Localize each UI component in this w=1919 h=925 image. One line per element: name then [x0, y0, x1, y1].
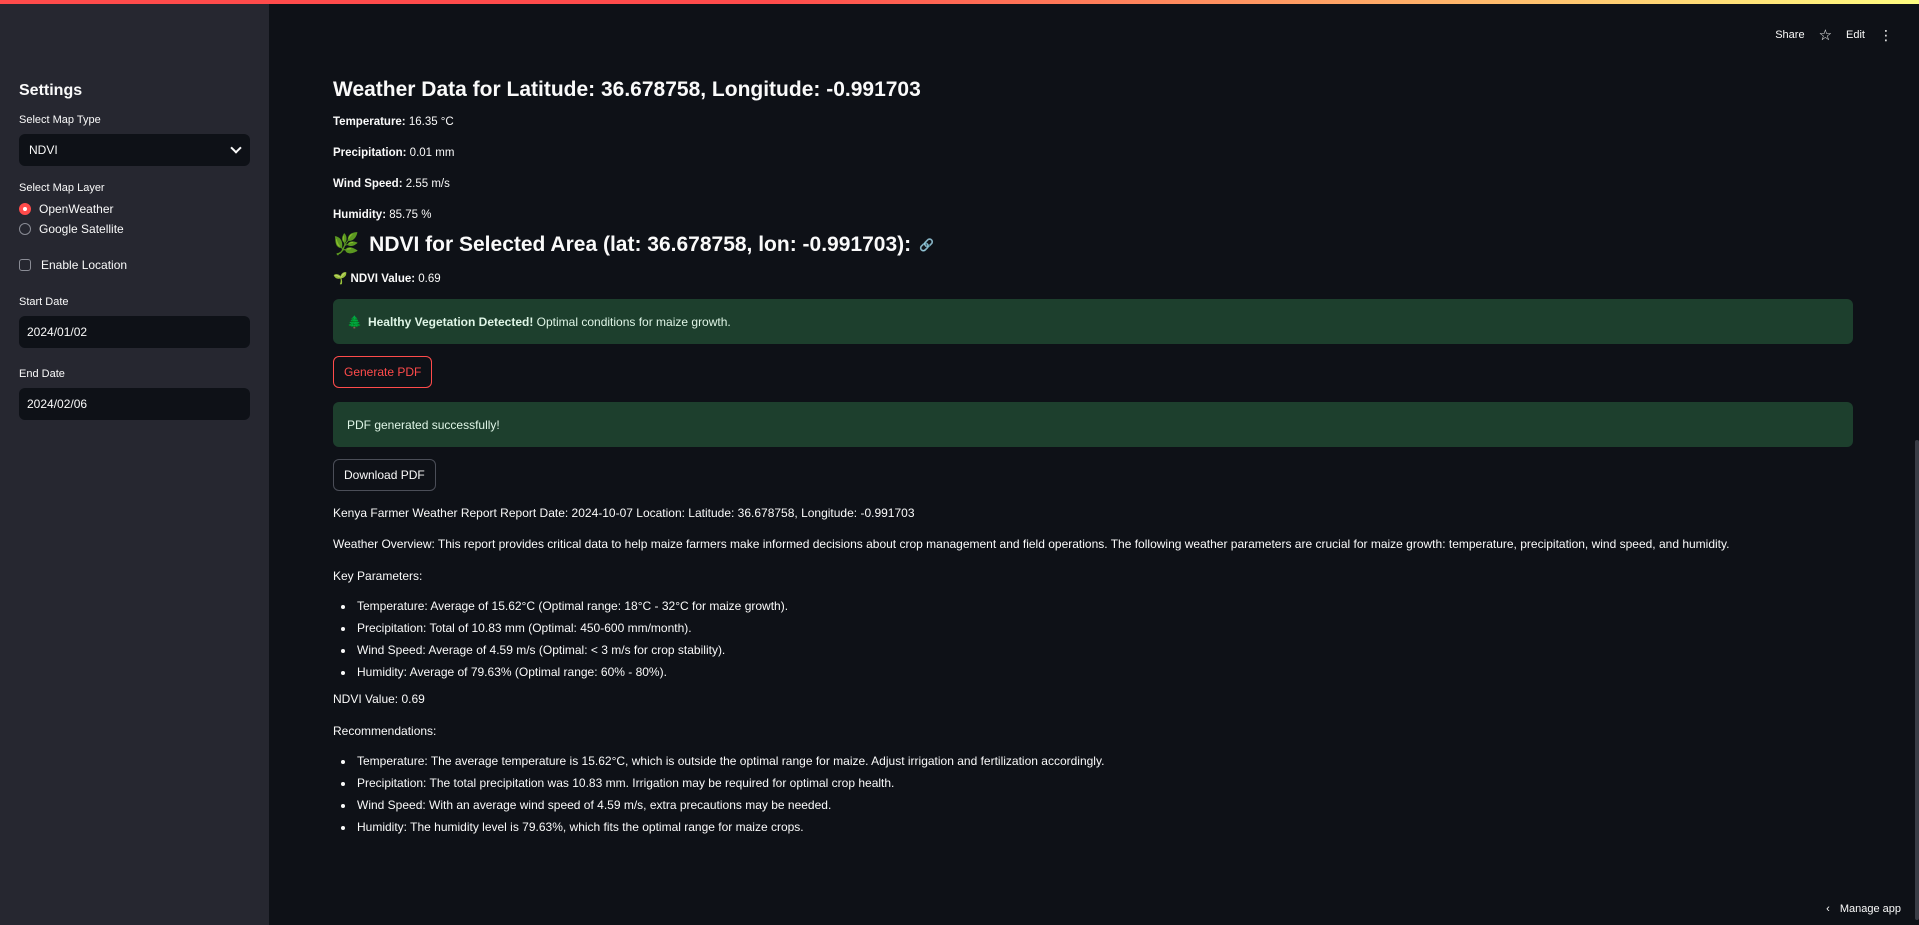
main-content: Weather Data for Latitude: 36.678758, Lo… [333, 78, 1853, 846]
ndvi-value-row: 🌱 NDVI Value: 0.69 [333, 271, 1853, 285]
radio-label: OpenWeather [39, 202, 114, 216]
precipitation-row: Precipitation: 0.01 mm [333, 147, 1853, 159]
precipitation-value: 0.01 mm [406, 147, 455, 159]
chevron-left-icon: ‹ [1826, 903, 1830, 915]
start-date-input[interactable]: 2024/01/02 [19, 316, 250, 348]
list-item: Temperature: The average temperature is … [355, 754, 1853, 768]
list-item: Humidity: Average of 79.63% (Optimal ran… [355, 665, 1853, 679]
header-actions: Share ☆ Edit ⋮ [1775, 26, 1893, 45]
enable-location-checkbox[interactable]: Enable Location [19, 258, 250, 272]
ndvi-heading: 🌿 NDVI for Selected Area (lat: 36.678758… [333, 233, 1853, 257]
weather-title: Weather Data for Latitude: 36.678758, Lo… [333, 78, 921, 101]
temperature-value: 16.35 °C [405, 116, 454, 128]
list-item: Precipitation: The total precipitation w… [355, 776, 1853, 790]
scrollbar[interactable] [1915, 440, 1919, 920]
ndvi-value-label: NDVI Value: [350, 273, 416, 285]
chevron-down-icon [230, 142, 242, 154]
list-item: Precipitation: Total of 10.83 mm (Optima… [355, 621, 1853, 635]
start-date-label: Start Date [19, 296, 69, 308]
radio-label: Google Satellite [39, 222, 124, 236]
start-date-value: 2024/01/02 [27, 325, 88, 339]
key-parameters-list: Temperature: Average of 15.62°C (Optimal… [355, 599, 1853, 679]
pdf-success-alert: PDF generated successfully! [333, 402, 1853, 447]
list-item: Wind Speed: With an average wind speed o… [355, 798, 1853, 812]
sidebar-title: Settings [19, 82, 83, 99]
radio-unselected-icon [19, 223, 31, 235]
generate-pdf-button[interactable]: Generate PDF [333, 356, 433, 388]
ndvi-value: 0.69 [415, 273, 441, 285]
manage-app-button[interactable]: ‹ Manage app [1826, 903, 1901, 915]
herb-icon: 🌿 [333, 233, 360, 256]
map-type-value: NDVI [29, 143, 58, 157]
map-layer-label: Select Map Layer [19, 182, 105, 194]
end-date-label: End Date [19, 368, 65, 380]
radio-openweather[interactable]: OpenWeather [19, 202, 250, 216]
healthy-vegetation-alert: 🌲 Healthy Vegetation Detected! Optimal c… [333, 299, 1853, 344]
list-item: Wind Speed: Average of 4.59 m/s (Optimal… [355, 643, 1853, 657]
seedling-icon: 🌱 [333, 273, 348, 285]
wind-speed-value: 2.55 m/s [402, 178, 450, 190]
checkbox-icon [19, 259, 31, 271]
end-date-input[interactable]: 2024/02/06 [19, 388, 250, 420]
checkbox-label: Enable Location [41, 258, 128, 272]
recommendations-list: Temperature: The average temperature is … [355, 754, 1853, 834]
map-type-select[interactable]: NDVI [19, 134, 250, 166]
link-icon[interactable]: 🔗 [919, 238, 934, 252]
radio-google-satellite[interactable]: Google Satellite [19, 222, 250, 236]
wind-speed-label: Wind Speed: [333, 178, 403, 190]
report-ndvi-value: NDVI Value: 0.69 [333, 692, 425, 707]
list-item: Temperature: Average of 15.62°C (Optimal… [355, 599, 1853, 613]
wind-speed-row: Wind Speed: 2.55 m/s [333, 178, 1853, 190]
manage-app-label: Manage app [1839, 903, 1901, 915]
share-button[interactable]: Share [1775, 29, 1804, 41]
map-type-label: Select Map Type [19, 114, 101, 126]
recommendations-title: Recommendations: [333, 723, 437, 738]
humidity-value: 85.75 % [386, 209, 432, 221]
humidity-label: Humidity: [333, 209, 387, 221]
end-date-value: 2024/02/06 [27, 397, 88, 411]
ndvi-title: NDVI for Selected Area (lat: 36.678758, … [369, 233, 912, 256]
download-pdf-button[interactable]: Download PDF [333, 459, 436, 491]
more-menu-icon[interactable]: ⋮ [1879, 27, 1893, 44]
key-parameters-title: Key Parameters: [333, 568, 423, 583]
list-item: Humidity: The humidity level is 79.63%, … [355, 820, 1853, 834]
report-overview: Weather Overview: This report provides c… [333, 537, 1730, 552]
top-decoration-bar [0, 0, 1919, 4]
alert-bold-text: Healthy Vegetation Detected! [367, 314, 534, 329]
report-header: Kenya Farmer Weather Report Report Date:… [333, 506, 915, 520]
star-icon[interactable]: ☆ [1819, 26, 1832, 44]
radio-selected-icon [19, 203, 31, 215]
temperature-row: Temperature: 16.35 °C [333, 116, 1853, 128]
humidity-row: Humidity: 85.75 % [333, 209, 1853, 221]
temperature-label: Temperature: [333, 116, 406, 128]
precipitation-label: Precipitation: [333, 147, 407, 159]
sidebar: Settings Select Map Type NDVI Select Map… [0, 0, 269, 925]
tree-icon: 🌲 [347, 314, 362, 329]
edit-button[interactable]: Edit [1846, 29, 1865, 41]
alert-text: Optimal conditions for maize growth. [533, 314, 731, 329]
